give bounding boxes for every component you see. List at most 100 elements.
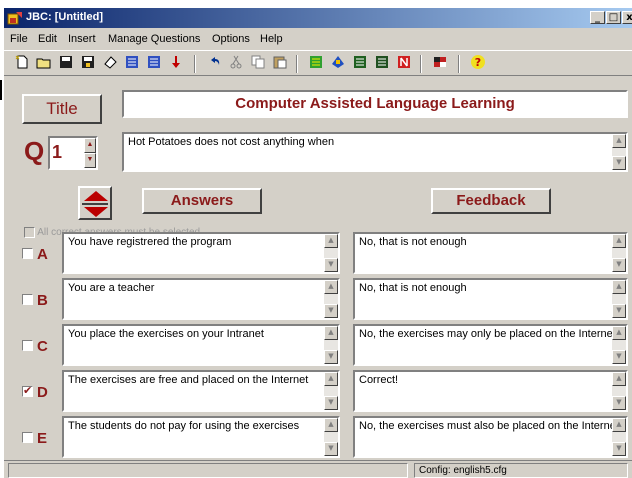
answer-d-checkbox[interactable]: ✔	[22, 384, 33, 398]
toolbar-separator	[296, 55, 298, 73]
answer-scrollbar[interactable]: ▲ ▼	[324, 234, 338, 272]
toolbar: ?	[4, 50, 632, 76]
scroll-up-icon[interactable]: ▲	[612, 372, 626, 386]
question-scrollbar[interactable]: ▲ ▼	[612, 134, 626, 170]
menu-edit[interactable]: Edit	[38, 33, 57, 45]
open-folder-icon[interactable]	[34, 54, 54, 74]
save-as-icon[interactable]	[78, 54, 98, 74]
answer-text: You place the exercises on your Intranet	[68, 328, 264, 340]
scroll-down-icon[interactable]: ▼	[324, 396, 338, 410]
answer-a-input[interactable]: You have registrered the program ▲ ▼	[62, 232, 340, 274]
scroll-down-icon[interactable]: ▼	[324, 442, 338, 456]
title-button[interactable]: Title	[22, 94, 102, 124]
tool-a-icon[interactable]	[306, 54, 326, 74]
feedback-text: Correct!	[359, 374, 399, 386]
question-text-input[interactable]: Hot Potatoes does not cost anything when…	[122, 132, 628, 172]
feedback-scrollbar[interactable]: ▲ ▼	[612, 372, 626, 410]
feedback-scrollbar[interactable]: ▲ ▼	[612, 280, 626, 318]
tool-c-icon[interactable]	[350, 54, 370, 74]
scroll-up-icon[interactable]: ▲	[612, 234, 626, 248]
scroll-down-icon[interactable]: ▼	[612, 304, 626, 318]
feedback-text: No, the exercises may only be placed on …	[359, 328, 619, 340]
question-number-field[interactable]: 1 ▲ ▼	[48, 136, 98, 170]
scroll-up-icon[interactable]: ▲	[324, 418, 338, 432]
scroll-up-icon[interactable]: ▲	[324, 372, 338, 386]
answer-letter: C	[37, 338, 48, 355]
answer-letter: A	[37, 246, 48, 263]
reorder-answers-button[interactable]	[78, 186, 112, 220]
answer-letter: E	[37, 430, 48, 447]
arrow-down-icon[interactable]	[166, 54, 186, 74]
tool-d-icon[interactable]	[372, 54, 392, 74]
tool-e-icon[interactable]	[394, 54, 414, 74]
feedback-a-input[interactable]: No, that is not enough ▲ ▼	[353, 232, 628, 274]
menu-options[interactable]: Options	[212, 33, 250, 45]
answer-scrollbar[interactable]: ▲ ▼	[324, 418, 338, 456]
scroll-down-icon[interactable]: ▼	[612, 156, 626, 170]
answers-button[interactable]: Answers	[142, 188, 262, 214]
title-bar: JBC: [Untitled] _ □ x	[4, 8, 632, 28]
feedback-button[interactable]: Feedback	[431, 188, 551, 214]
spinner-up-icon[interactable]: ▲	[84, 138, 96, 153]
scroll-down-icon[interactable]: ▼	[324, 350, 338, 364]
answer-c-checkbox[interactable]	[22, 340, 33, 352]
web-page-icon[interactable]	[122, 54, 142, 74]
answer-e-input[interactable]: The students do not pay for using the ex…	[62, 416, 340, 458]
maximize-button[interactable]: □	[606, 11, 621, 24]
answer-b-checkbox[interactable]	[22, 294, 33, 306]
feedback-d-input[interactable]: Correct! ▲ ▼	[353, 370, 628, 412]
new-file-icon[interactable]	[12, 54, 32, 74]
answer-e-checkbox[interactable]	[22, 432, 33, 444]
scroll-down-icon[interactable]: ▼	[324, 304, 338, 318]
answer-c-input[interactable]: You place the exercises on your Intranet…	[62, 324, 340, 366]
answer-letter: D	[37, 384, 48, 401]
answer-scrollbar[interactable]: ▲ ▼	[324, 280, 338, 318]
scroll-down-icon[interactable]: ▼	[324, 258, 338, 272]
menu-file[interactable]: File	[10, 33, 28, 45]
spinner-down-icon[interactable]: ▼	[84, 153, 96, 168]
scroll-down-icon[interactable]: ▼	[612, 258, 626, 272]
scroll-down-icon[interactable]: ▼	[612, 442, 626, 456]
flag-icon[interactable]	[430, 54, 450, 74]
scroll-up-icon[interactable]: ▲	[324, 280, 338, 294]
paste-icon[interactable]	[270, 54, 290, 74]
menu-insert[interactable]: Insert	[68, 33, 96, 45]
close-button[interactable]: x	[622, 11, 632, 24]
scroll-up-icon[interactable]: ▲	[324, 234, 338, 248]
feedback-e-input[interactable]: No, the exercises must also be placed on…	[353, 416, 628, 458]
tool-b-icon[interactable]	[328, 54, 348, 74]
feedback-scrollbar[interactable]: ▲ ▼	[612, 234, 626, 272]
answer-b-input[interactable]: You are a teacher ▲ ▼	[62, 278, 340, 320]
scroll-down-icon[interactable]: ▼	[612, 350, 626, 364]
scroll-down-icon[interactable]: ▼	[612, 396, 626, 410]
answer-a-checkbox[interactable]	[22, 248, 33, 260]
title-input[interactable]: Computer Assisted Language Learning	[122, 90, 628, 118]
scroll-up-icon[interactable]: ▲	[612, 418, 626, 432]
answer-scrollbar[interactable]: ▲ ▼	[324, 372, 338, 410]
scroll-up-icon[interactable]: ▲	[612, 326, 626, 340]
feedback-scrollbar[interactable]: ▲ ▼	[612, 418, 626, 456]
help-icon[interactable]: ?	[468, 54, 488, 74]
web-page-alt-icon[interactable]	[144, 54, 164, 74]
scroll-up-icon[interactable]: ▲	[612, 280, 626, 294]
answer-d-input[interactable]: The exercises are free and placed on the…	[62, 370, 340, 412]
question-number-spinner[interactable]: ▲ ▼	[84, 138, 96, 168]
minimize-button[interactable]: _	[590, 11, 605, 24]
answer-text: You have registrered the program	[68, 236, 232, 248]
feedback-scrollbar[interactable]: ▲ ▼	[612, 326, 626, 364]
menu-help[interactable]: Help	[260, 33, 283, 45]
scroll-up-icon[interactable]: ▲	[612, 134, 626, 148]
answer-scrollbar[interactable]: ▲ ▼	[324, 326, 338, 364]
feedback-b-input[interactable]: No, that is not enough ▲ ▼	[353, 278, 628, 320]
undo-icon[interactable]	[204, 54, 224, 74]
save-icon[interactable]	[56, 54, 76, 74]
toolbar-separator	[420, 55, 422, 73]
menu-manage-questions[interactable]: Manage Questions	[108, 33, 200, 45]
eraser-icon[interactable]	[100, 54, 120, 74]
copy-icon[interactable]	[248, 54, 268, 74]
svg-text:?: ?	[475, 56, 481, 69]
cut-icon[interactable]	[226, 54, 246, 74]
app-icon	[7, 12, 22, 25]
scroll-up-icon[interactable]: ▲	[324, 326, 338, 340]
feedback-c-input[interactable]: No, the exercises may only be placed on …	[353, 324, 628, 366]
